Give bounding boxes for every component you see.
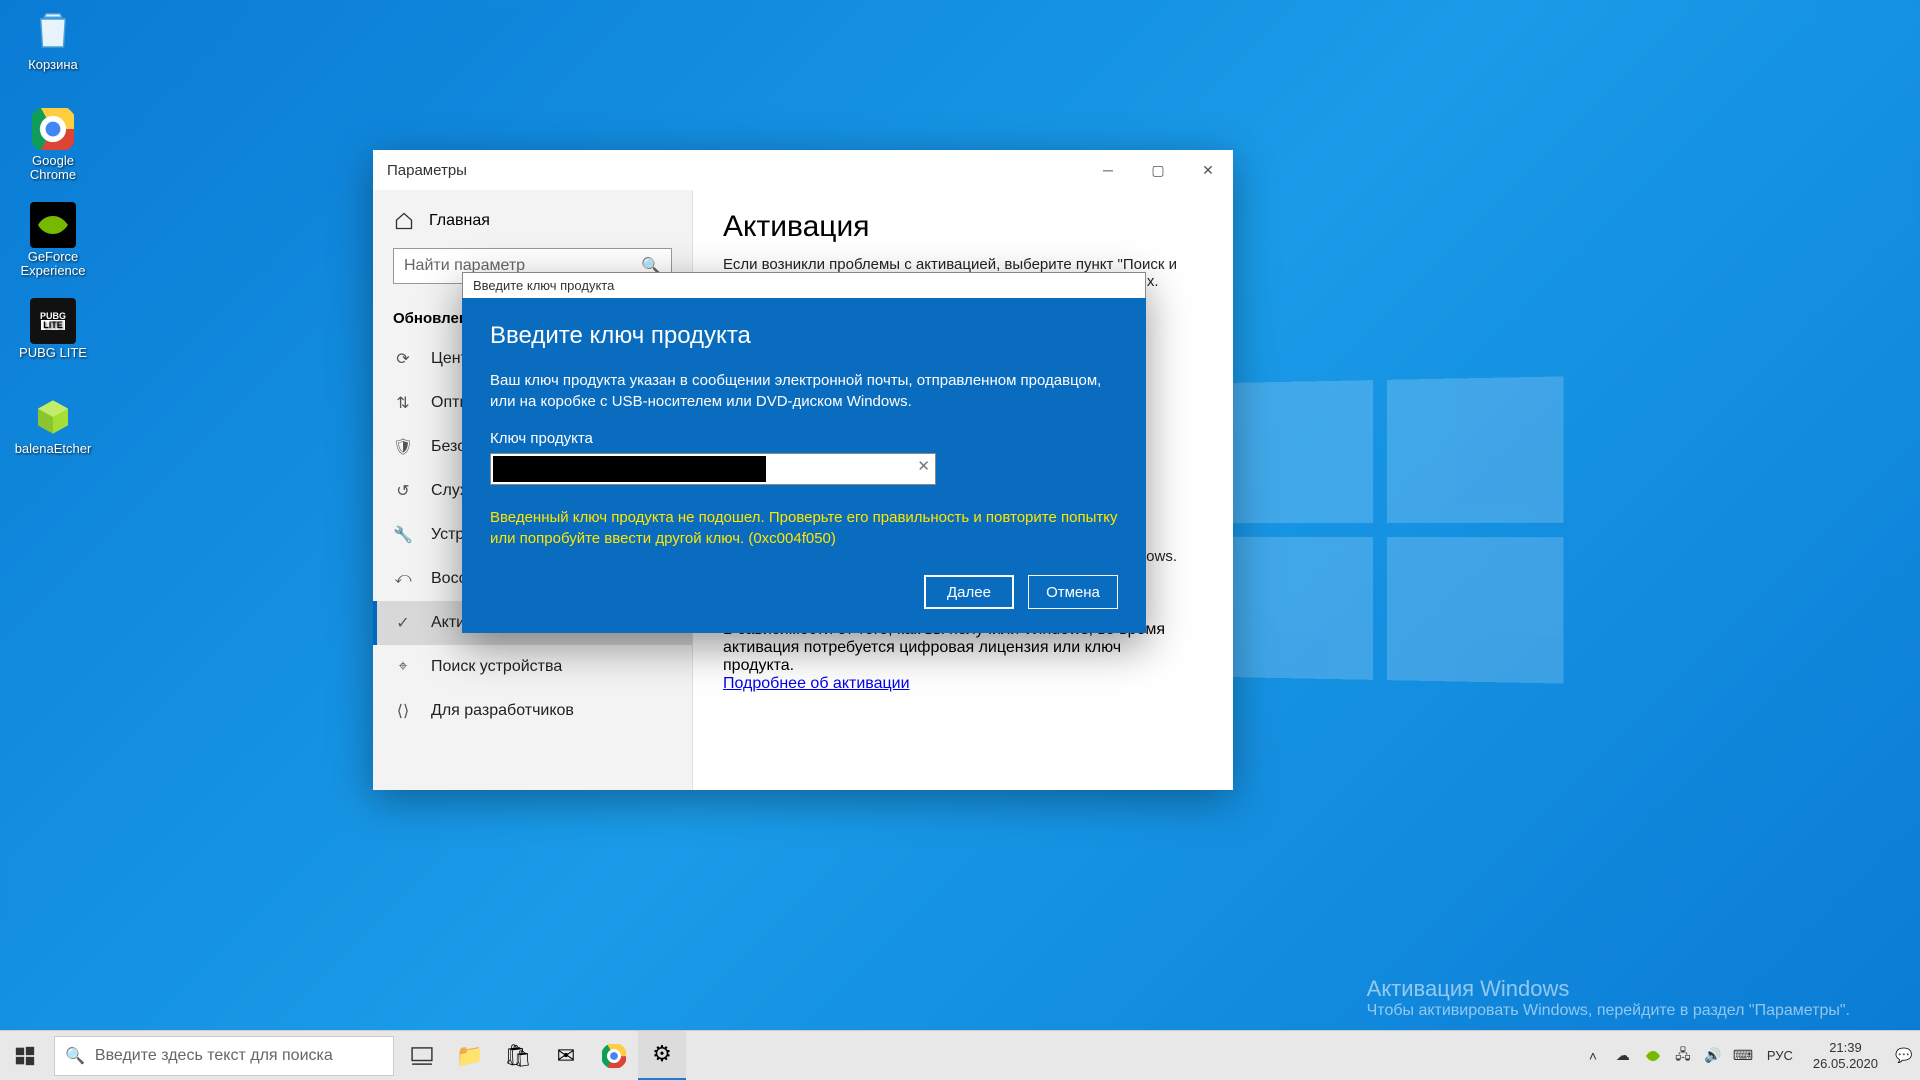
tray-network-icon[interactable]: 🖧 [1671,1031,1695,1080]
wrench-icon: 🔧 [393,525,413,545]
sidebar-item-developers[interactable]: ⟨⟩Для разработчиков [373,689,692,733]
taskbar-store[interactable]: 🛍 [494,1031,542,1080]
watermark-title: Активация Windows [1367,976,1850,1002]
tray-language[interactable]: РУС [1761,1031,1799,1080]
learn-more-link[interactable]: Подробнее об активации [723,675,910,692]
settings-title: Параметры [387,162,467,179]
desktop-icon-label: GeForce Experience [8,250,98,279]
next-button[interactable]: Далее [924,575,1014,609]
desktop-icon-label: Корзина [28,58,78,72]
check-icon: ✓ [393,613,413,633]
system-tray: ˄ ☁ 🖧 🔊 ⌨ РУС 21:39 26.05.2020 💬 [1581,1031,1920,1080]
code-icon: ⟨⟩ [393,701,413,721]
tray-date: 26.05.2020 [1813,1056,1878,1072]
taskbar-search[interactable]: 🔍 Введите здесь текст для поиска [54,1036,394,1076]
cancel-button[interactable]: Отмена [1028,575,1118,609]
desktop-icon-pubg[interactable]: PUBGLITE PUBG LITE [8,298,98,394]
optimization-icon: ⇅ [393,393,413,413]
wallpaper-windows-logo [1205,376,1563,683]
taskbar-chrome[interactable] [590,1031,638,1080]
tray-keyboard-icon[interactable]: ⌨ [1731,1031,1755,1080]
sidebar-item-find-device[interactable]: ⌖Поиск устройства [373,645,692,689]
taskbar: 🔍 Введите здесь текст для поиска 📁 🛍 ✉ ⚙… [0,1030,1920,1080]
desktop-icon-recycle-bin[interactable]: Корзина [8,10,98,106]
tray-nvidia-icon[interactable] [1641,1031,1665,1080]
shield-icon: 🛡 [393,437,413,457]
tray-volume-icon[interactable]: 🔊 [1701,1031,1725,1080]
desktop-icon-label: PUBG LITE [19,346,87,360]
taskbar-settings[interactable]: ⚙ [638,1031,686,1080]
start-button[interactable] [0,1031,50,1080]
windows-icon [15,1046,35,1066]
recovery-icon: ⤺ [393,569,413,589]
modal-titlebar-text: Введите ключ продукта [473,278,614,293]
pubg-icon: PUBGLITE [30,298,76,344]
desktop-icon-balena[interactable]: balenaEtcher [8,394,98,490]
geforce-icon [30,202,76,248]
tray-time: 21:39 [1813,1040,1878,1056]
balena-icon [30,394,76,440]
taskbar-search-placeholder: Введите здесь текст для поиска [95,1047,333,1065]
search-icon: 🔍 [65,1046,85,1066]
watermark-sub: Чтобы активировать Windows, перейдите в … [1367,1002,1850,1020]
redacted-key [493,456,766,482]
sidebar-home[interactable]: Главная [373,200,692,248]
clear-input-icon[interactable]: ✕ [917,457,930,475]
desktop-icon-label: Google Chrome [8,154,98,183]
modal-error-message: Введенный ключ продукта не подошел. Пров… [490,507,1118,549]
recycle-bin-icon [30,10,76,56]
chrome-icon [30,106,76,152]
product-key-modal: Введите ключ продукта Введите ключ проду… [462,272,1146,633]
modal-description: Ваш ключ продукта указан в сообщении эле… [490,370,1118,412]
product-key-field-wrapper: ✕ [490,453,936,485]
taskbar-mail[interactable]: ✉ [542,1031,590,1080]
tray-notifications-icon[interactable]: 💬 [1892,1031,1916,1080]
sync-icon: ⟳ [393,349,413,369]
backup-icon: ↺ [393,481,413,501]
minimize-button[interactable]: ─ [1083,150,1133,190]
sidebar-home-label: Главная [429,212,490,230]
product-key-label: Ключ продукта [490,430,1118,447]
tray-chevron-up-icon[interactable]: ˄ [1581,1031,1605,1080]
maximize-button[interactable]: ▢ [1133,150,1183,190]
tray-onedrive-icon[interactable]: ☁ [1611,1031,1635,1080]
location-icon: ⌖ [393,657,413,677]
activation-watermark: Активация Windows Чтобы активировать Win… [1367,976,1850,1020]
content-heading: Активация [723,210,1203,244]
taskbar-explorer[interactable]: 📁 [446,1031,494,1080]
desktop-icon-geforce[interactable]: GeForce Experience [8,202,98,298]
home-icon [393,210,415,232]
modal-heading: Введите ключ продукта [490,322,1118,350]
close-button[interactable]: ✕ [1183,150,1233,190]
modal-titlebar[interactable]: Введите ключ продукта [462,272,1146,298]
desktop-icon-chrome[interactable]: Google Chrome [8,106,98,202]
desktop-icon-label: balenaEtcher [15,442,92,456]
task-view-button[interactable] [398,1031,446,1080]
desktop-icons-column: Корзина Google Chrome GeForce Experience… [8,10,98,490]
settings-titlebar[interactable]: Параметры ─ ▢ ✕ [373,150,1233,190]
tray-clock[interactable]: 21:39 26.05.2020 [1805,1040,1886,1071]
